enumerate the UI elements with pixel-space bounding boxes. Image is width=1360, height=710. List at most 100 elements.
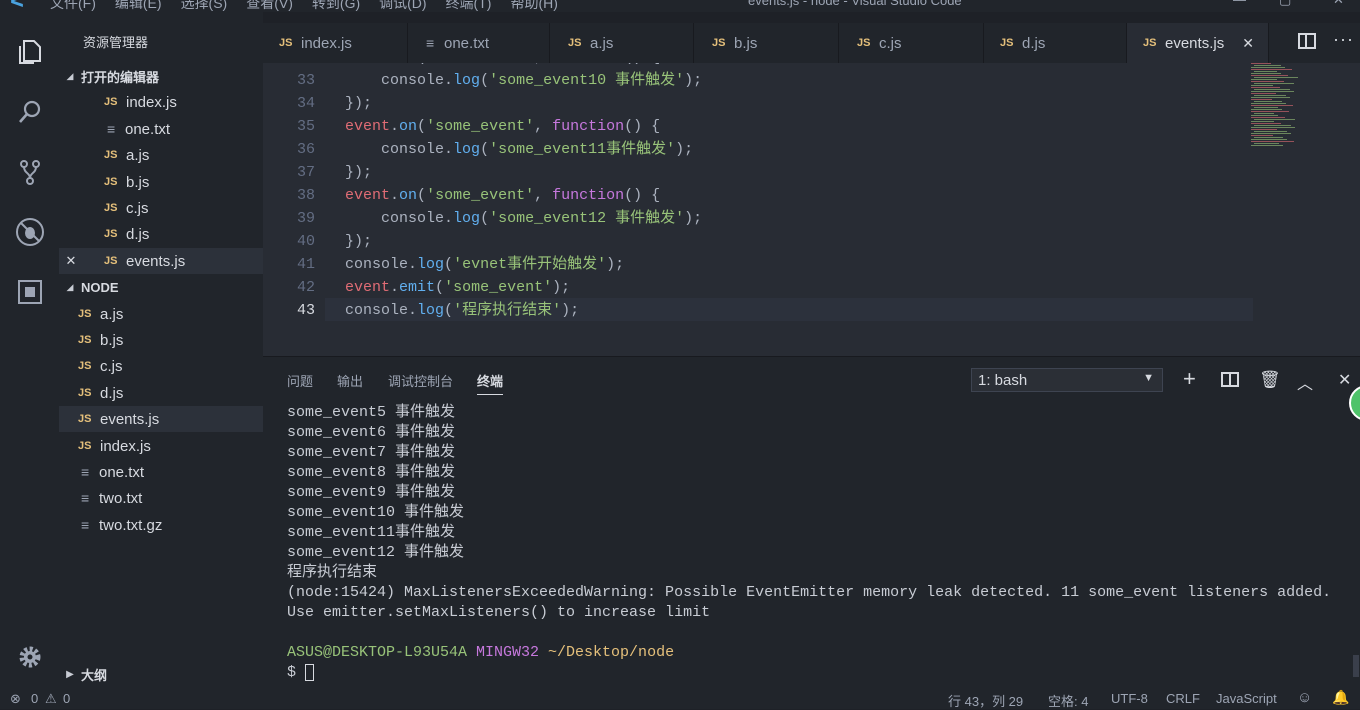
window-title: events.js - node - Visual Studio Code bbox=[748, 0, 962, 8]
debug-icon[interactable] bbox=[0, 204, 59, 260]
notifications-bell-icon[interactable]: 🔔 bbox=[1332, 689, 1349, 706]
code-line: }); bbox=[345, 95, 373, 112]
tab-d-js[interactable]: JS d.js bbox=[984, 23, 1127, 63]
warning-count[interactable]: 0 bbox=[63, 691, 70, 706]
close-tab-icon[interactable]: ✕ bbox=[1242, 35, 1254, 52]
line-ending[interactable]: CRLF bbox=[1166, 691, 1200, 706]
feedback-smiley-icon[interactable]: ☺ bbox=[1297, 689, 1312, 706]
terminal-input-line[interactable]: $ bbox=[287, 663, 1331, 683]
panel-tab-debug-console[interactable]: 调试控制台 bbox=[388, 371, 453, 390]
file-item[interactable]: ≡ one.txt bbox=[59, 459, 263, 485]
minimap-line bbox=[1254, 83, 1294, 84]
panel-tab-terminal[interactable]: 终端 bbox=[477, 371, 504, 395]
minimap-line bbox=[1254, 131, 1287, 132]
line-number: 35 bbox=[296, 118, 315, 135]
minimap-line bbox=[1251, 85, 1273, 86]
file-item[interactable]: ≡ two.txt.gz bbox=[59, 512, 263, 538]
explorer-icon[interactable] bbox=[0, 24, 59, 80]
file-name: c.js bbox=[126, 199, 149, 217]
file-item[interactable]: JS c.js bbox=[59, 353, 263, 379]
more-actions-icon[interactable]: ··· bbox=[1333, 29, 1354, 50]
tab-events-js[interactable]: JS events.js ✕ bbox=[1127, 23, 1269, 63]
file-item[interactable]: JS d.js bbox=[59, 380, 263, 406]
tab-index-js[interactable]: JS index.js bbox=[263, 23, 408, 63]
code-line: }); bbox=[345, 164, 373, 181]
close-icon[interactable]: ✕ bbox=[59, 253, 83, 269]
menu-terminal[interactable]: 终端(T) bbox=[446, 0, 492, 11]
tab-b-js[interactable]: JS b.js bbox=[694, 23, 839, 63]
tab-a-js[interactable]: JS a.js bbox=[550, 23, 694, 63]
panel-tab-output[interactable]: 输出 bbox=[337, 371, 363, 390]
error-count[interactable]: 0 bbox=[31, 691, 38, 706]
indentation[interactable]: 空格: 4 bbox=[1048, 691, 1088, 710]
chevron-down-icon: ▼ bbox=[1143, 372, 1154, 384]
close-panel-icon[interactable]: ✕ bbox=[1338, 370, 1351, 390]
search-icon[interactable] bbox=[0, 84, 59, 140]
panel-tab-problems[interactable]: 问题 bbox=[287, 371, 313, 390]
terminal-output[interactable]: some_event5 事件触发 some_event6 事件触发 some_eve… bbox=[287, 403, 1331, 683]
file-name: index.js bbox=[126, 93, 177, 111]
line-number: 41 bbox=[296, 256, 315, 273]
close-window-icon[interactable]: ✕ bbox=[1333, 0, 1344, 8]
tab-label: index.js bbox=[301, 34, 352, 52]
minimap-line bbox=[1251, 105, 1293, 106]
js-file-icon: JS bbox=[78, 360, 92, 372]
menu-selection[interactable]: 选择(S) bbox=[181, 0, 228, 11]
folder-section-node[interactable]: ◢ NODE bbox=[59, 275, 263, 299]
menu-file[interactable]: 文件(F) bbox=[50, 0, 96, 11]
open-editor-item[interactable]: ✕ JS events.js bbox=[59, 248, 263, 274]
file-item[interactable]: JS b.js bbox=[59, 327, 263, 353]
file-item[interactable]: ≡ two.txt bbox=[59, 485, 263, 511]
split-editor-icon[interactable] bbox=[1298, 33, 1316, 49]
file-name: index.js bbox=[100, 437, 151, 455]
terminal-scrollbar[interactable] bbox=[1353, 655, 1359, 677]
js-file-icon: JS bbox=[1143, 37, 1157, 49]
menu-view[interactable]: 查看(V) bbox=[246, 0, 293, 11]
code-line: console.log('some_event11事件触发'); bbox=[381, 141, 694, 158]
js-file-icon: JS bbox=[279, 37, 293, 49]
source-control-icon[interactable] bbox=[0, 144, 59, 200]
file-item[interactable]: JS index.js bbox=[59, 433, 263, 459]
maximize-icon[interactable]: ▢ bbox=[1279, 0, 1291, 8]
file-item[interactable]: JS a.js bbox=[59, 301, 263, 327]
warning-icon[interactable]: ⚠ bbox=[45, 691, 57, 707]
open-editor-item[interactable]: JS a.js bbox=[59, 142, 263, 168]
language-mode[interactable]: JavaScript bbox=[1216, 691, 1277, 706]
encoding[interactable]: UTF-8 bbox=[1111, 691, 1148, 706]
extensions-icon[interactable] bbox=[0, 264, 59, 320]
tab-one-txt[interactable]: ≡ one.txt bbox=[408, 23, 550, 63]
trash-icon[interactable]: 🗑 bbox=[1259, 370, 1281, 390]
explorer-title: 资源管理器 bbox=[83, 35, 149, 50]
outline-section[interactable]: ▶ 大纲 bbox=[59, 662, 263, 686]
minimap-line bbox=[1251, 109, 1282, 110]
minimap[interactable] bbox=[1251, 63, 1311, 153]
cursor-position[interactable]: 行 43，列 29 bbox=[948, 691, 1023, 710]
js-file-icon: JS bbox=[1000, 37, 1014, 49]
minimap-line bbox=[1251, 115, 1278, 116]
open-editor-item[interactable]: JS c.js bbox=[59, 195, 263, 221]
file-name: a.js bbox=[126, 146, 150, 164]
minimap-line bbox=[1254, 71, 1277, 72]
errors-icon[interactable]: ⊗ bbox=[10, 691, 21, 707]
bottom-panel: 问题 输出 调试控制台 终端 1: bash ▼ + 🗑 ︿ ✕ some_eve… bbox=[263, 356, 1360, 687]
minimize-icon[interactable]: — bbox=[1233, 0, 1246, 7]
menu-edit[interactable]: 编辑(E) bbox=[115, 0, 162, 11]
terminal-select[interactable]: 1: bash ▼ bbox=[971, 368, 1163, 392]
open-editor-item[interactable]: ≡ one.txt bbox=[59, 116, 263, 142]
menu-debug[interactable]: 调试(D) bbox=[379, 0, 426, 11]
code-editor[interactable]: 32 event.on('some_event', function() { 3… bbox=[263, 63, 1360, 356]
add-terminal-icon[interactable]: + bbox=[1183, 366, 1196, 392]
open-editor-item[interactable]: JS index.js bbox=[59, 89, 263, 115]
menu-help[interactable]: 帮助(H) bbox=[510, 0, 557, 11]
tab-c-js[interactable]: JS c.js bbox=[839, 23, 984, 63]
maximize-panel-icon[interactable]: ︿ bbox=[1297, 370, 1313, 394]
split-terminal-icon[interactable] bbox=[1221, 372, 1239, 387]
settings-gear-icon[interactable] bbox=[0, 629, 59, 685]
open-editor-item[interactable]: JS d.js bbox=[59, 221, 263, 247]
open-editors-section[interactable]: ◢ 打开的编辑器 bbox=[59, 64, 263, 88]
file-name: events.js bbox=[126, 252, 186, 270]
menu-go[interactable]: 转到(G) bbox=[312, 0, 360, 11]
minimap-line bbox=[1251, 129, 1277, 130]
file-item[interactable]: JS events.js bbox=[59, 406, 263, 432]
open-editor-item[interactable]: JS b.js bbox=[59, 169, 263, 195]
